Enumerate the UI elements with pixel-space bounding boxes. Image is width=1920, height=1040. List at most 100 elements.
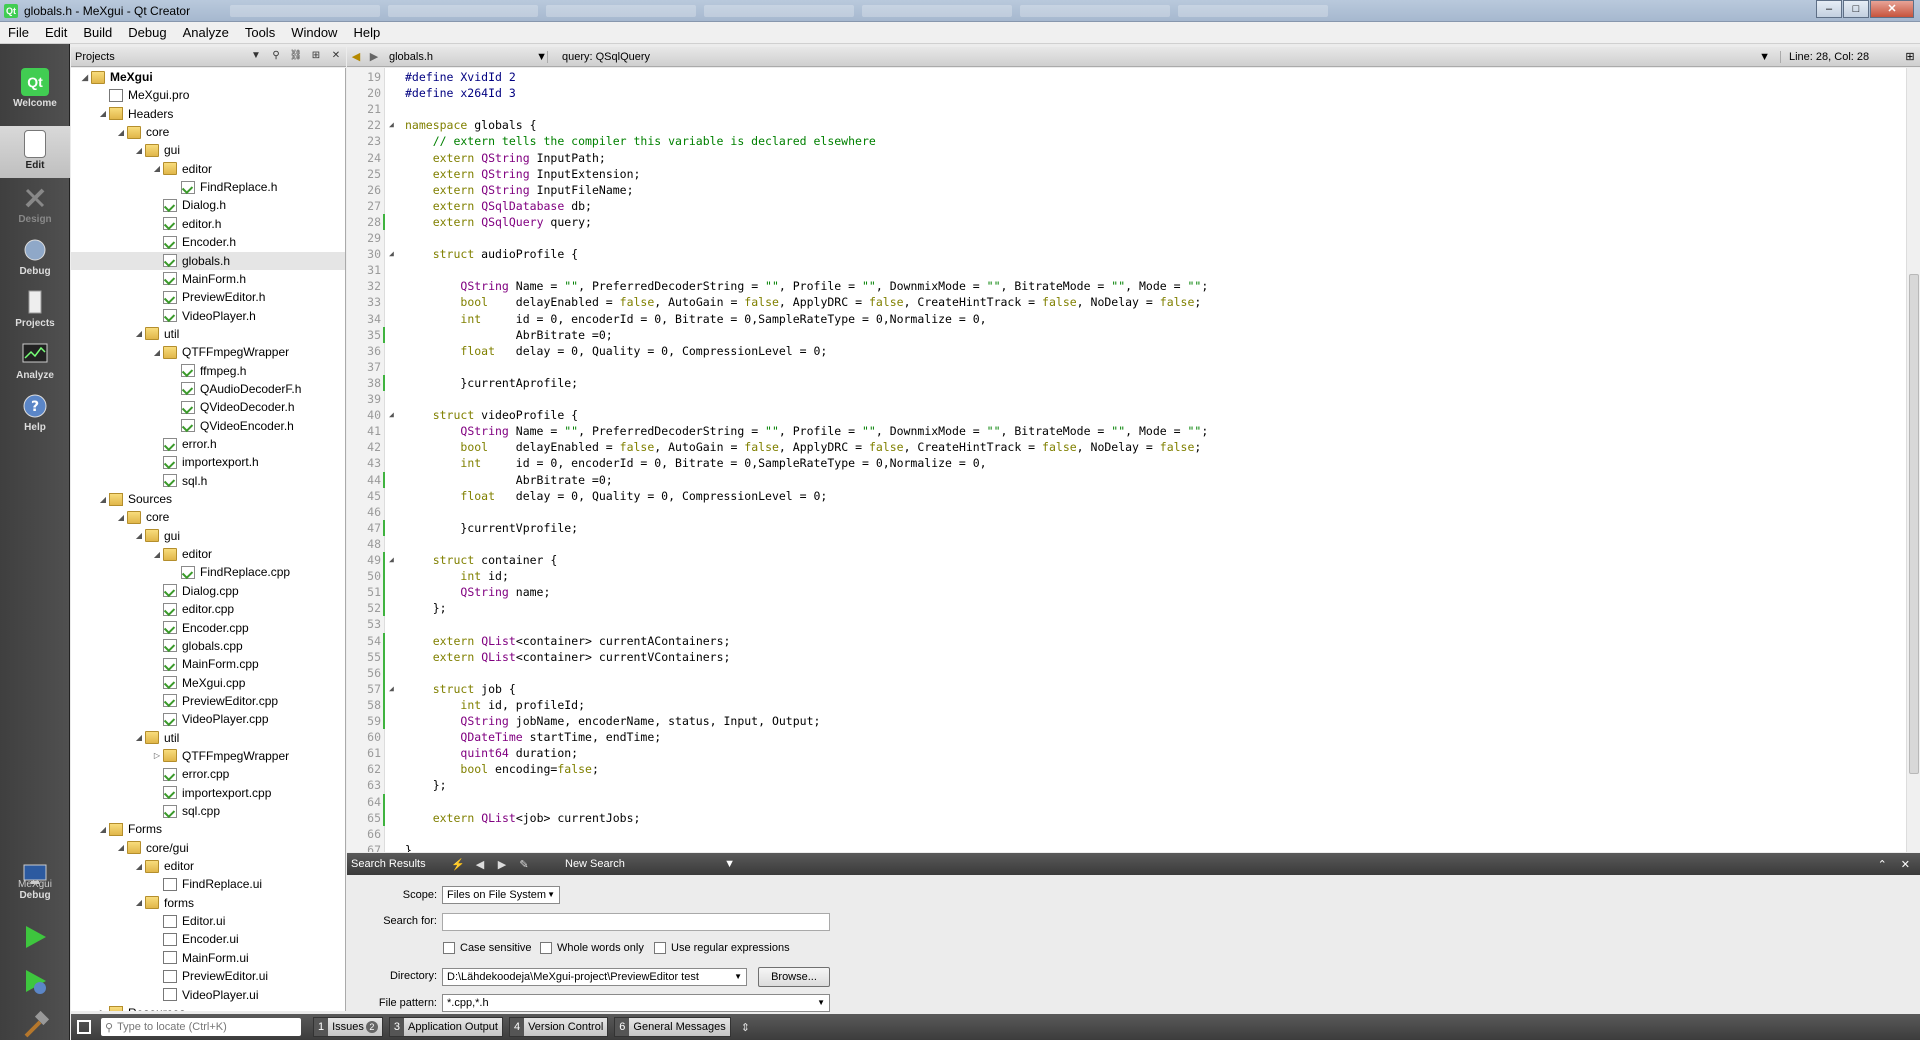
- menu-tools[interactable]: Tools: [237, 25, 283, 40]
- mode-design[interactable]: Design: [0, 180, 70, 232]
- menu-build[interactable]: Build: [75, 25, 120, 40]
- tree-item[interactable]: ◢ Forms: [71, 820, 345, 838]
- tree-item[interactable]: globals.h: [71, 251, 345, 270]
- code-line[interactable]: 27 extern QSqlDatabase db;: [347, 198, 1897, 214]
- tree-item[interactable]: ◢ QTFFmpegWrapper: [71, 343, 345, 361]
- tree-expanded-arrow-icon[interactable]: ◢: [133, 146, 145, 155]
- tree-item[interactable]: ◢ editor: [71, 545, 345, 563]
- code-line[interactable]: 61 quint64 duration;: [347, 745, 1897, 761]
- tree-item[interactable]: VideoPlayer.cpp: [71, 710, 345, 728]
- code-line[interactable]: 50 int id;: [347, 568, 1897, 585]
- mode-analyze[interactable]: Analyze: [0, 336, 70, 388]
- next-item-icon[interactable]: ▶: [491, 858, 513, 871]
- close-pane-icon[interactable]: ✕: [1901, 858, 1910, 871]
- tree-item[interactable]: ffmpeg.h: [71, 362, 345, 380]
- close-pane-icon[interactable]: ✕: [328, 50, 344, 64]
- tree-expanded-arrow-icon[interactable]: ◢: [115, 843, 127, 852]
- code-line[interactable]: 33 bool delayEnabled = false, AutoGain =…: [347, 294, 1897, 310]
- code-line[interactable]: 41 QString Name = "", PreferredDecoderSt…: [347, 423, 1897, 439]
- tree-item[interactable]: FindReplace.h: [71, 178, 345, 196]
- code-line[interactable]: 58 int id, profileId;: [347, 696, 1897, 713]
- tree-collapsed-arrow-icon[interactable]: ▷: [97, 1008, 109, 1011]
- tree-item[interactable]: ◢ Headers: [71, 105, 345, 123]
- tree-item[interactable]: VideoPlayer.h: [71, 307, 345, 325]
- tree-item[interactable]: Encoder.ui: [71, 930, 345, 948]
- mode-edit[interactable]: Edit: [0, 126, 70, 178]
- tree-item[interactable]: MeXgui.pro: [71, 86, 345, 104]
- regex-checkbox[interactable]: Use regular expressions: [654, 942, 790, 954]
- menu-analyze[interactable]: Analyze: [175, 25, 237, 40]
- code-line[interactable]: 53: [347, 616, 1897, 632]
- tree-item[interactable]: ▷ Resources: [71, 1004, 345, 1011]
- fold-arrow-icon[interactable]: ◢: [389, 552, 399, 568]
- code-line[interactable]: 29: [347, 230, 1897, 246]
- code-line[interactable]: 25 extern QString InputExtension;: [347, 166, 1897, 182]
- tree-item[interactable]: ▷ QTFFmpegWrapper: [71, 747, 345, 765]
- menu-help[interactable]: Help: [345, 25, 388, 40]
- tree-expanded-arrow-icon[interactable]: ◢: [97, 109, 109, 118]
- tree-item[interactable]: MeXgui.cpp: [71, 674, 345, 692]
- code-line[interactable]: 38 }currentAprofile;: [347, 374, 1897, 391]
- code-line[interactable]: 57 ◢ struct job {: [347, 680, 1897, 697]
- code-line[interactable]: 37: [347, 359, 1897, 375]
- new-search-combo[interactable]: New Search ▼: [535, 858, 735, 870]
- code-line[interactable]: 28 extern QSqlQuery query;: [347, 213, 1897, 230]
- mode-welcome[interactable]: Qt Welcome: [0, 64, 70, 116]
- whole-words-checkbox[interactable]: Whole words only: [540, 942, 644, 954]
- tree-item[interactable]: ◢ gui: [71, 141, 345, 159]
- code-line[interactable]: 24 extern QString InputPath;: [347, 150, 1897, 166]
- tree-item[interactable]: globals.cpp: [71, 637, 345, 655]
- menu-window[interactable]: Window: [283, 25, 345, 40]
- locator-input[interactable]: ⚲ Type to locate (Ctrl+K): [101, 1018, 301, 1036]
- output-tab-general-messages[interactable]: 6 General Messages: [614, 1017, 731, 1037]
- case-sensitive-checkbox[interactable]: Case sensitive: [443, 942, 532, 954]
- tree-item[interactable]: importexport.cpp: [71, 784, 345, 802]
- menu-debug[interactable]: Debug: [120, 25, 174, 40]
- tree-item[interactable]: Encoder.h: [71, 233, 345, 251]
- code-line[interactable]: 52 };: [347, 600, 1897, 617]
- tree-item[interactable]: ◢ util: [71, 729, 345, 747]
- expand-collapse-icon[interactable]: ⚡: [447, 858, 469, 871]
- mode-projects[interactable]: Projects: [0, 284, 70, 336]
- tree-item[interactable]: MainForm.ui: [71, 949, 345, 967]
- code-line[interactable]: 51 QString name;: [347, 584, 1897, 601]
- tree-item[interactable]: PreviewEditor.ui: [71, 967, 345, 985]
- code-line[interactable]: 44 AbrBitrate =0;: [347, 471, 1897, 488]
- tree-item[interactable]: FindReplace.ui: [71, 875, 345, 893]
- minimize-button[interactable]: –: [1816, 0, 1842, 18]
- code-line[interactable]: 31: [347, 262, 1897, 278]
- code-line[interactable]: 47 }currentVprofile;: [347, 519, 1897, 536]
- tree-item[interactable]: Dialog.h: [71, 196, 345, 214]
- prev-item-icon[interactable]: ◀: [469, 858, 491, 871]
- output-tab-issues[interactable]: 1 Issues 2: [313, 1017, 383, 1037]
- mode-help[interactable]: ? Help: [0, 388, 70, 440]
- tree-item[interactable]: ◢ core: [71, 508, 345, 526]
- new-search-icon[interactable]: ✎: [513, 858, 535, 871]
- code-line[interactable]: 39: [347, 391, 1897, 407]
- tree-item[interactable]: ◢ MeXgui: [71, 68, 345, 86]
- maximize-pane-icon[interactable]: ⌃: [1878, 858, 1887, 871]
- tree-item[interactable]: importexport.h: [71, 453, 345, 471]
- tree-item[interactable]: editor.h: [71, 215, 345, 233]
- filter-icon[interactable]: ⚲: [268, 50, 284, 64]
- tree-expanded-arrow-icon[interactable]: ◢: [151, 550, 163, 559]
- directory-combo[interactable]: D:\Lähdekoodeja\MeXgui-project\PreviewEd…: [442, 968, 747, 986]
- fold-arrow-icon[interactable]: ◢: [389, 246, 399, 262]
- editor-vertical-scrollbar[interactable]: [1906, 68, 1920, 852]
- code-line[interactable]: 64: [347, 793, 1897, 810]
- search-for-input[interactable]: [442, 913, 830, 931]
- code-line[interactable]: 46: [347, 504, 1897, 520]
- code-line[interactable]: 55 extern QList<container> currentVConta…: [347, 648, 1897, 665]
- tree-expanded-arrow-icon[interactable]: ◢: [115, 513, 127, 522]
- code-line[interactable]: 35 AbrBitrate =0;: [347, 326, 1897, 343]
- tree-item[interactable]: ◢ editor: [71, 160, 345, 178]
- more-tabs-icon[interactable]: ⇕: [741, 1021, 750, 1034]
- code-line[interactable]: 66: [347, 826, 1897, 842]
- code-line[interactable]: 54 extern QList<container> currentAConta…: [347, 632, 1897, 649]
- code-line[interactable]: 43 int id = 0, encoderId = 0, Bitrate = …: [347, 455, 1897, 471]
- tree-expanded-arrow-icon[interactable]: ◢: [133, 733, 145, 742]
- dropdown-arrow-icon[interactable]: ▼: [248, 50, 264, 64]
- split-editor-icon[interactable]: ⊞: [1900, 50, 1920, 63]
- code-line[interactable]: 65 extern QList<job> currentJobs;: [347, 809, 1897, 826]
- tree-item[interactable]: ◢ editor: [71, 857, 345, 875]
